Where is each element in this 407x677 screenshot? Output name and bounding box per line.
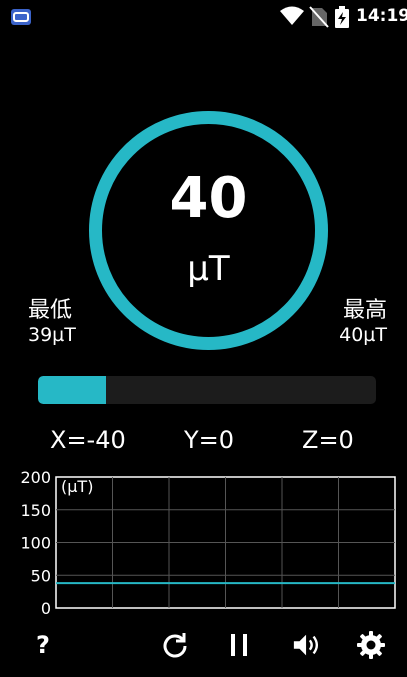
strength-bar <box>38 376 376 404</box>
chart-y-ticks: 0 50 100 150 200 <box>20 470 51 618</box>
z-axis-value: Z=0 <box>302 426 354 454</box>
y-axis-value: Y=0 <box>184 426 235 454</box>
settings-icon <box>357 631 385 659</box>
max-label: 最高 <box>342 298 387 323</box>
chart-y-tick-label: 150 <box>20 501 51 520</box>
chart-y-label: (µT) <box>61 477 93 496</box>
sound-icon <box>293 634 319 656</box>
wifi-icon <box>280 6 304 25</box>
chart-y-tick-label: 200 <box>20 470 51 487</box>
status-bar: 14:19 <box>0 0 407 34</box>
field-strength-value: 40 <box>169 166 248 231</box>
strength-bar-fill <box>38 376 106 404</box>
clock: 14:19 <box>356 6 407 26</box>
min-value: 39µT <box>28 324 76 346</box>
pause-button[interactable] <box>224 630 254 660</box>
app-icon <box>11 9 31 25</box>
help-icon: ? <box>36 631 50 659</box>
help-button[interactable]: ? <box>28 630 58 660</box>
min-label: 最低 <box>28 298 73 323</box>
bottom-toolbar: ? <box>0 620 407 670</box>
reset-icon <box>163 633 187 658</box>
no-sim-icon <box>309 6 329 28</box>
x-axis-value: X=-40 <box>50 426 126 454</box>
sound-button[interactable] <box>292 630 322 660</box>
chart-y-tick-label: 100 <box>20 534 51 553</box>
settings-button[interactable] <box>356 630 386 660</box>
chart-y-tick-label: 0 <box>41 599 51 618</box>
max-value: 40µT <box>339 324 387 346</box>
chart-y-tick-label: 50 <box>31 566 51 585</box>
reset-button[interactable] <box>160 630 190 660</box>
field-strength-unit: µT <box>187 249 230 289</box>
pause-icon <box>231 634 247 656</box>
history-chart: 0 50 100 150 200 (µT) <box>20 470 396 618</box>
battery-charging-icon <box>335 6 349 28</box>
chart-grid <box>55 476 396 609</box>
